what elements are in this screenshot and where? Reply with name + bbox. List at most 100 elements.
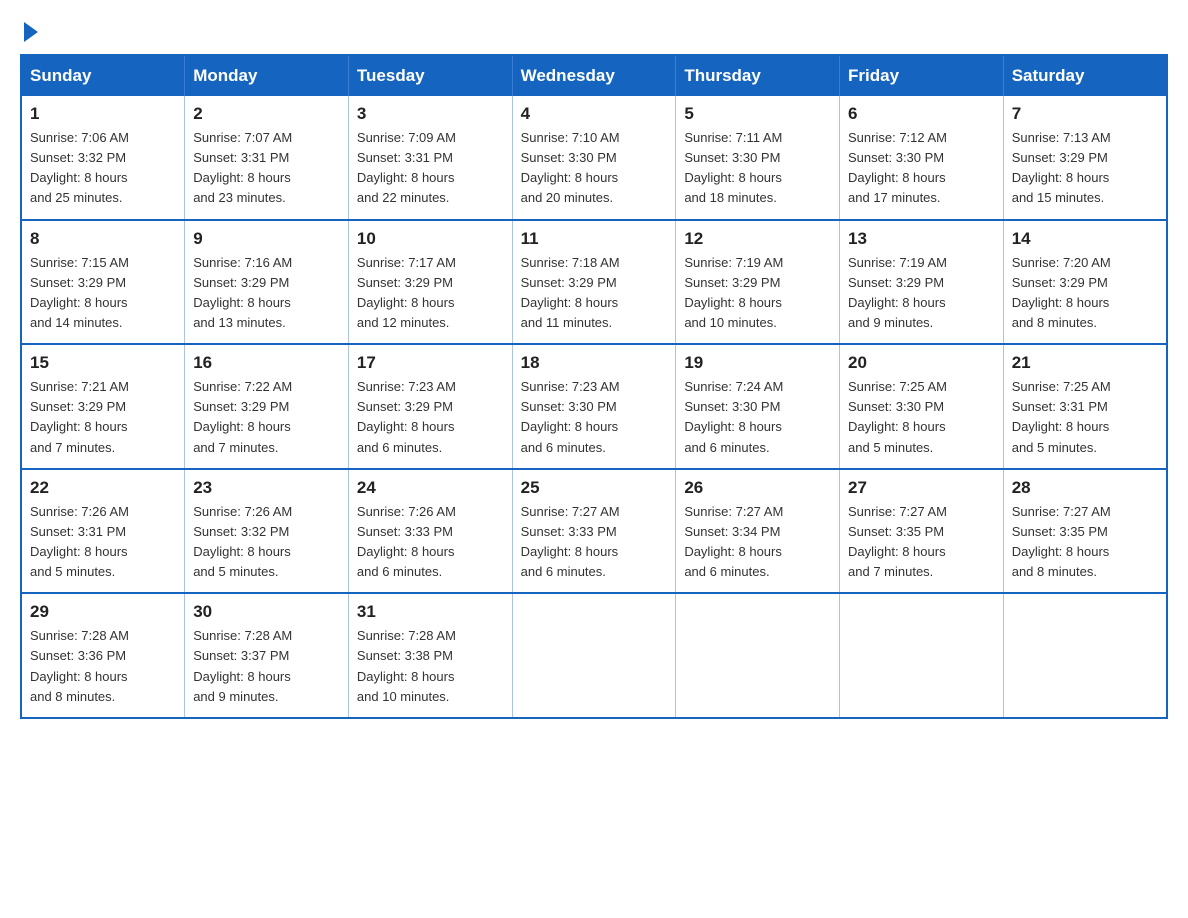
calendar-cell: 24 Sunrise: 7:26 AM Sunset: 3:33 PM Dayl… bbox=[348, 469, 512, 594]
calendar-cell: 14 Sunrise: 7:20 AM Sunset: 3:29 PM Dayl… bbox=[1003, 220, 1167, 345]
calendar-cell: 22 Sunrise: 7:26 AM Sunset: 3:31 PM Dayl… bbox=[21, 469, 185, 594]
day-info: Sunrise: 7:18 AM Sunset: 3:29 PM Dayligh… bbox=[521, 253, 668, 334]
calendar-week-1: 1 Sunrise: 7:06 AM Sunset: 3:32 PM Dayli… bbox=[21, 96, 1167, 220]
day-info: Sunrise: 7:23 AM Sunset: 3:30 PM Dayligh… bbox=[521, 377, 668, 458]
calendar-week-5: 29 Sunrise: 7:28 AM Sunset: 3:36 PM Dayl… bbox=[21, 593, 1167, 718]
day-info: Sunrise: 7:26 AM Sunset: 3:31 PM Dayligh… bbox=[30, 502, 176, 583]
day-info: Sunrise: 7:11 AM Sunset: 3:30 PM Dayligh… bbox=[684, 128, 831, 209]
calendar-cell: 12 Sunrise: 7:19 AM Sunset: 3:29 PM Dayl… bbox=[676, 220, 840, 345]
day-number: 1 bbox=[30, 104, 176, 124]
calendar-cell: 23 Sunrise: 7:26 AM Sunset: 3:32 PM Dayl… bbox=[185, 469, 349, 594]
day-number: 2 bbox=[193, 104, 340, 124]
calendar-week-3: 15 Sunrise: 7:21 AM Sunset: 3:29 PM Dayl… bbox=[21, 344, 1167, 469]
calendar-cell: 20 Sunrise: 7:25 AM Sunset: 3:30 PM Dayl… bbox=[840, 344, 1004, 469]
calendar-cell: 15 Sunrise: 7:21 AM Sunset: 3:29 PM Dayl… bbox=[21, 344, 185, 469]
calendar-cell bbox=[1003, 593, 1167, 718]
day-info: Sunrise: 7:15 AM Sunset: 3:29 PM Dayligh… bbox=[30, 253, 176, 334]
calendar-cell: 5 Sunrise: 7:11 AM Sunset: 3:30 PM Dayli… bbox=[676, 96, 840, 220]
day-number: 20 bbox=[848, 353, 995, 373]
day-number: 30 bbox=[193, 602, 340, 622]
calendar-cell: 8 Sunrise: 7:15 AM Sunset: 3:29 PM Dayli… bbox=[21, 220, 185, 345]
logo-triangle-icon bbox=[24, 22, 38, 42]
day-info: Sunrise: 7:21 AM Sunset: 3:29 PM Dayligh… bbox=[30, 377, 176, 458]
calendar-header-row: SundayMondayTuesdayWednesdayThursdayFrid… bbox=[21, 55, 1167, 96]
day-number: 14 bbox=[1012, 229, 1158, 249]
day-info: Sunrise: 7:27 AM Sunset: 3:35 PM Dayligh… bbox=[1012, 502, 1158, 583]
calendar-cell: 19 Sunrise: 7:24 AM Sunset: 3:30 PM Dayl… bbox=[676, 344, 840, 469]
day-number: 15 bbox=[30, 353, 176, 373]
calendar-cell: 16 Sunrise: 7:22 AM Sunset: 3:29 PM Dayl… bbox=[185, 344, 349, 469]
day-info: Sunrise: 7:16 AM Sunset: 3:29 PM Dayligh… bbox=[193, 253, 340, 334]
day-info: Sunrise: 7:28 AM Sunset: 3:38 PM Dayligh… bbox=[357, 626, 504, 707]
day-info: Sunrise: 7:24 AM Sunset: 3:30 PM Dayligh… bbox=[684, 377, 831, 458]
day-number: 28 bbox=[1012, 478, 1158, 498]
calendar-cell bbox=[676, 593, 840, 718]
calendar-cell: 9 Sunrise: 7:16 AM Sunset: 3:29 PM Dayli… bbox=[185, 220, 349, 345]
calendar-week-4: 22 Sunrise: 7:26 AM Sunset: 3:31 PM Dayl… bbox=[21, 469, 1167, 594]
day-number: 9 bbox=[193, 229, 340, 249]
day-info: Sunrise: 7:20 AM Sunset: 3:29 PM Dayligh… bbox=[1012, 253, 1158, 334]
day-number: 25 bbox=[521, 478, 668, 498]
day-info: Sunrise: 7:17 AM Sunset: 3:29 PM Dayligh… bbox=[357, 253, 504, 334]
day-number: 16 bbox=[193, 353, 340, 373]
calendar-cell: 13 Sunrise: 7:19 AM Sunset: 3:29 PM Dayl… bbox=[840, 220, 1004, 345]
day-info: Sunrise: 7:12 AM Sunset: 3:30 PM Dayligh… bbox=[848, 128, 995, 209]
calendar-cell: 30 Sunrise: 7:28 AM Sunset: 3:37 PM Dayl… bbox=[185, 593, 349, 718]
logo bbox=[20, 20, 38, 38]
header-thursday: Thursday bbox=[676, 55, 840, 96]
day-number: 23 bbox=[193, 478, 340, 498]
day-info: Sunrise: 7:23 AM Sunset: 3:29 PM Dayligh… bbox=[357, 377, 504, 458]
day-info: Sunrise: 7:07 AM Sunset: 3:31 PM Dayligh… bbox=[193, 128, 340, 209]
calendar-cell: 27 Sunrise: 7:27 AM Sunset: 3:35 PM Dayl… bbox=[840, 469, 1004, 594]
calendar-cell: 10 Sunrise: 7:17 AM Sunset: 3:29 PM Dayl… bbox=[348, 220, 512, 345]
calendar-cell: 26 Sunrise: 7:27 AM Sunset: 3:34 PM Dayl… bbox=[676, 469, 840, 594]
day-number: 19 bbox=[684, 353, 831, 373]
day-number: 26 bbox=[684, 478, 831, 498]
calendar-table: SundayMondayTuesdayWednesdayThursdayFrid… bbox=[20, 54, 1168, 719]
page-header bbox=[20, 20, 1168, 38]
header-tuesday: Tuesday bbox=[348, 55, 512, 96]
calendar-cell bbox=[512, 593, 676, 718]
calendar-cell: 4 Sunrise: 7:10 AM Sunset: 3:30 PM Dayli… bbox=[512, 96, 676, 220]
day-info: Sunrise: 7:25 AM Sunset: 3:30 PM Dayligh… bbox=[848, 377, 995, 458]
calendar-cell: 28 Sunrise: 7:27 AM Sunset: 3:35 PM Dayl… bbox=[1003, 469, 1167, 594]
day-number: 31 bbox=[357, 602, 504, 622]
day-number: 13 bbox=[848, 229, 995, 249]
day-info: Sunrise: 7:10 AM Sunset: 3:30 PM Dayligh… bbox=[521, 128, 668, 209]
calendar-cell: 21 Sunrise: 7:25 AM Sunset: 3:31 PM Dayl… bbox=[1003, 344, 1167, 469]
day-number: 3 bbox=[357, 104, 504, 124]
day-info: Sunrise: 7:19 AM Sunset: 3:29 PM Dayligh… bbox=[684, 253, 831, 334]
day-info: Sunrise: 7:22 AM Sunset: 3:29 PM Dayligh… bbox=[193, 377, 340, 458]
day-number: 5 bbox=[684, 104, 831, 124]
day-number: 24 bbox=[357, 478, 504, 498]
calendar-cell: 7 Sunrise: 7:13 AM Sunset: 3:29 PM Dayli… bbox=[1003, 96, 1167, 220]
header-monday: Monday bbox=[185, 55, 349, 96]
calendar-cell: 18 Sunrise: 7:23 AM Sunset: 3:30 PM Dayl… bbox=[512, 344, 676, 469]
header-sunday: Sunday bbox=[21, 55, 185, 96]
day-number: 4 bbox=[521, 104, 668, 124]
calendar-cell: 6 Sunrise: 7:12 AM Sunset: 3:30 PM Dayli… bbox=[840, 96, 1004, 220]
calendar-cell: 31 Sunrise: 7:28 AM Sunset: 3:38 PM Dayl… bbox=[348, 593, 512, 718]
calendar-cell: 3 Sunrise: 7:09 AM Sunset: 3:31 PM Dayli… bbox=[348, 96, 512, 220]
day-info: Sunrise: 7:09 AM Sunset: 3:31 PM Dayligh… bbox=[357, 128, 504, 209]
day-number: 18 bbox=[521, 353, 668, 373]
calendar-cell bbox=[840, 593, 1004, 718]
calendar-cell: 1 Sunrise: 7:06 AM Sunset: 3:32 PM Dayli… bbox=[21, 96, 185, 220]
calendar-week-2: 8 Sunrise: 7:15 AM Sunset: 3:29 PM Dayli… bbox=[21, 220, 1167, 345]
day-number: 6 bbox=[848, 104, 995, 124]
day-number: 7 bbox=[1012, 104, 1158, 124]
calendar-cell: 11 Sunrise: 7:18 AM Sunset: 3:29 PM Dayl… bbox=[512, 220, 676, 345]
day-number: 8 bbox=[30, 229, 176, 249]
day-info: Sunrise: 7:27 AM Sunset: 3:34 PM Dayligh… bbox=[684, 502, 831, 583]
calendar-cell: 25 Sunrise: 7:27 AM Sunset: 3:33 PM Dayl… bbox=[512, 469, 676, 594]
day-number: 27 bbox=[848, 478, 995, 498]
day-number: 29 bbox=[30, 602, 176, 622]
day-number: 17 bbox=[357, 353, 504, 373]
day-info: Sunrise: 7:13 AM Sunset: 3:29 PM Dayligh… bbox=[1012, 128, 1158, 209]
calendar-cell: 17 Sunrise: 7:23 AM Sunset: 3:29 PM Dayl… bbox=[348, 344, 512, 469]
calendar-cell: 29 Sunrise: 7:28 AM Sunset: 3:36 PM Dayl… bbox=[21, 593, 185, 718]
day-info: Sunrise: 7:26 AM Sunset: 3:33 PM Dayligh… bbox=[357, 502, 504, 583]
day-number: 22 bbox=[30, 478, 176, 498]
day-info: Sunrise: 7:26 AM Sunset: 3:32 PM Dayligh… bbox=[193, 502, 340, 583]
header-friday: Friday bbox=[840, 55, 1004, 96]
